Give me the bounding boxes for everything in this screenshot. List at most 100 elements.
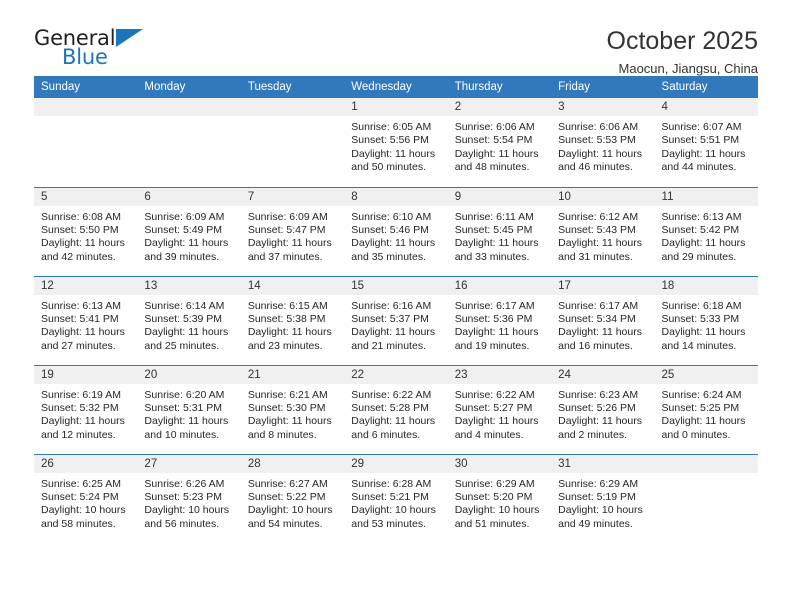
day-details: Sunrise: 6:24 AM Sunset: 5:25 PM Daylight:… [655,384,758,443]
sunset-text: Sunset: 5:22 PM [247,490,326,503]
calendar-day-cell[interactable]: 18 Sunrise: 6:18 AM Sunset: 5:33 PM Dayligh… [654,275,758,365]
daylight-text: Daylight: 11 hours and 27 minutes. [41,326,125,352]
sunset-text: Sunset: 5:23 PM [144,490,223,503]
sunrise-text: Sunrise: 6:07 AM [661,121,742,133]
daylight-text: Daylight: 11 hours and 35 minutes. [351,237,436,263]
weekday-header-friday: Friday [551,76,655,98]
calendar-day-cell[interactable]: 14 Sunrise: 6:15 AM Sunset: 5:38 PM Dayligh… [240,275,345,365]
calendar-day-cell[interactable]: 24 Sunrise: 6:23 AM Sunset: 5:26 PM Dayligh… [551,364,655,454]
calendar-day-cell[interactable]: 31 Sunrise: 6:29 AM Sunset: 5:19 PM Dayligh… [551,453,655,543]
calendar-day-cell[interactable]: 7 Sunrise: 6:09 AM Sunset: 5:47 PM Daylight… [240,186,345,276]
day-details: Sunrise: 6:10 AM Sunset: 5:46 PM Daylight:… [344,206,447,265]
sunrise-text: Sunrise: 6:26 AM [144,477,225,490]
day-number [654,454,758,473]
day-details: Sunrise: 6:29 AM Sunset: 5:20 PM Daylight:… [448,473,551,532]
sunset-text: Sunset: 5:41 PM [41,312,119,325]
calendar-week-row: 26 Sunrise: 6:25 AM Sunset: 5:24 PM Dayligh… [34,453,758,543]
sunset-text: Sunset: 5:43 PM [558,223,636,236]
calendar-day-cell[interactable]: 15 Sunrise: 6:16 AM Sunset: 5:37 PM Dayligh… [344,275,448,365]
calendar-day-cell[interactable]: 25 Sunrise: 6:24 AM Sunset: 5:25 PM Dayligh… [654,364,758,454]
calendar-day-cell[interactable]: 17 Sunrise: 6:17 AM Sunset: 5:34 PM Dayligh… [551,275,655,365]
sunrise-text: Sunrise: 6:29 AM [454,477,535,490]
sunrise-text: Sunrise: 6:09 AM [144,210,225,223]
calendar-day-cell[interactable]: 26 Sunrise: 6:25 AM Sunset: 5:24 PM Dayligh… [34,453,138,543]
sunrise-text: Sunrise: 6:10 AM [351,210,432,223]
weekday-header-tuesday: Tuesday [240,76,345,98]
calendar-table: Sunday Monday Tuesday Wednesday Thursday… [34,76,758,543]
daylight-text: Daylight: 11 hours and 14 minutes. [661,326,746,352]
day-details: Sunrise: 6:12 AM Sunset: 5:43 PM Daylight:… [551,206,654,265]
daylight-text: Daylight: 11 hours and 6 minutes. [351,415,436,441]
day-number: 17 [551,276,655,295]
sunset-text: Sunset: 5:24 PM [41,490,119,503]
weekday-header-thursday: Thursday [447,76,552,98]
calendar-day-cell[interactable]: 20 Sunrise: 6:20 AM Sunset: 5:31 PM Dayligh… [137,364,241,454]
sunrise-text: Sunrise: 6:20 AM [144,388,225,401]
daylight-text: Daylight: 10 hours and 58 minutes. [41,504,126,530]
sunrise-text: Sunrise: 6:09 AM [247,210,328,223]
day-number: 9 [447,187,552,206]
sunset-text: Sunset: 5:19 PM [558,490,636,503]
sunrise-text: Sunrise: 6:13 AM [661,210,742,223]
calendar-day-cell[interactable]: 3 Sunrise: 6:06 AM Sunset: 5:53 PM Daylight… [551,98,655,187]
daylight-text: Daylight: 11 hours and 46 minutes. [558,147,642,174]
weekday-header-sunday: Sunday [34,76,138,98]
calendar-week-row: 1 Sunrise: 6:05 AM Sunset: 5:56 PM Daylight… [34,98,758,187]
day-details: Sunrise: 6:07 AM Sunset: 5:51 PM Daylight:… [655,116,758,175]
calendar-day-cell[interactable]: 28 Sunrise: 6:27 AM Sunset: 5:22 PM Dayligh… [240,453,345,543]
sunrise-text: Sunrise: 6:08 AM [41,210,121,223]
calendar-day-cell[interactable]: 27 Sunrise: 6:26 AM Sunset: 5:23 PM Dayligh… [137,453,241,543]
daylight-text: Daylight: 11 hours and 29 minutes. [661,237,746,263]
calendar-day-cell[interactable]: 16 Sunrise: 6:17 AM Sunset: 5:36 PM Dayligh… [447,275,552,365]
calendar-day-cell[interactable]: 21 Sunrise: 6:21 AM Sunset: 5:30 PM Dayligh… [240,364,345,454]
sunset-text: Sunset: 5:39 PM [144,312,223,325]
calendar-day-cell[interactable]: 29 Sunrise: 6:28 AM Sunset: 5:21 PM Dayligh… [344,453,448,543]
calendar-day-cell[interactable]: 23 Sunrise: 6:22 AM Sunset: 5:27 PM Dayligh… [447,364,552,454]
page-subtitle: Maocun, Jiangsu, China [618,61,758,76]
weekday-header-saturday: Saturday [654,76,758,98]
day-number [34,98,138,116]
calendar-day-cell[interactable]: 2 Sunrise: 6:06 AM Sunset: 5:54 PM Daylight… [447,98,552,187]
page-header: General Blue October 2025 Maocun, Jiangs… [34,0,758,76]
sunrise-text: Sunrise: 6:24 AM [661,388,742,401]
calendar-day-cell[interactable]: 4 Sunrise: 6:07 AM Sunset: 5:51 PM Daylight… [654,98,758,187]
sunrise-text: Sunrise: 6:05 AM [351,121,432,133]
day-details: Sunrise: 6:06 AM Sunset: 5:53 PM Daylight:… [551,116,654,175]
calendar-day-cell[interactable]: 22 Sunrise: 6:22 AM Sunset: 5:28 PM Dayligh… [344,364,448,454]
calendar-day-cell[interactable]: 9 Sunrise: 6:11 AM Sunset: 5:45 PM Daylight… [447,186,552,276]
calendar-day-cell[interactable]: 8 Sunrise: 6:10 AM Sunset: 5:46 PM Daylight… [344,186,448,276]
calendar-day-cell[interactable]: 19 Sunrise: 6:19 AM Sunset: 5:32 PM Dayligh… [34,364,138,454]
day-number: 2 [447,98,552,116]
day-details: Sunrise: 6:14 AM Sunset: 5:39 PM Daylight:… [137,295,240,354]
calendar-day-cell[interactable]: 12 Sunrise: 6:13 AM Sunset: 5:41 PM Dayligh… [34,275,138,365]
daylight-text: Daylight: 10 hours and 53 minutes. [351,504,436,530]
daylight-text: Daylight: 11 hours and 44 minutes. [661,147,746,174]
daylight-text: Daylight: 11 hours and 25 minutes. [144,326,229,352]
day-number: 21 [240,365,345,384]
generalblue-logo[interactable]: General Blue [34,26,154,72]
day-details: Sunrise: 6:15 AM Sunset: 5:38 PM Daylight:… [241,295,344,354]
calendar-day-cell[interactable]: 1 Sunrise: 6:05 AM Sunset: 5:56 PM Daylight… [344,98,448,187]
day-details: Sunrise: 6:25 AM Sunset: 5:24 PM Daylight:… [34,473,137,532]
sunset-text: Sunset: 5:36 PM [454,312,533,325]
day-number: 28 [240,454,345,473]
day-number: 27 [137,454,241,473]
calendar-day-cell[interactable]: 13 Sunrise: 6:14 AM Sunset: 5:39 PM Dayligh… [137,275,241,365]
day-details: Sunrise: 6:18 AM Sunset: 5:33 PM Daylight:… [655,295,758,354]
calendar-day-cell[interactable]: 6 Sunrise: 6:09 AM Sunset: 5:49 PM Daylight… [137,186,241,276]
sunrise-text: Sunrise: 6:21 AM [247,388,328,401]
sunset-text: Sunset: 5:51 PM [661,134,740,147]
day-details: Sunrise: 6:06 AM Sunset: 5:54 PM Daylight:… [448,116,551,175]
day-number: 26 [34,454,138,473]
calendar-day-cell[interactable]: 5 Sunrise: 6:08 AM Sunset: 5:50 PM Daylight… [34,186,138,276]
daylight-text: Daylight: 11 hours and 4 minutes. [454,415,539,441]
sunset-text: Sunset: 5:53 PM [558,134,636,147]
calendar-day-cell[interactable]: 10 Sunrise: 6:12 AM Sunset: 5:43 PM Dayligh… [551,186,655,276]
calendar-day-cell[interactable]: 11 Sunrise: 6:13 AM Sunset: 5:42 PM Dayligh… [654,186,758,276]
calendar-day-cell[interactable]: 30 Sunrise: 6:29 AM Sunset: 5:20 PM Dayligh… [447,453,552,543]
sunrise-text: Sunrise: 6:11 AM [454,210,534,223]
daylight-text: Daylight: 11 hours and 50 minutes. [351,147,436,174]
daylight-text: Daylight: 11 hours and 33 minutes. [454,237,539,263]
day-number [137,98,241,116]
day-number: 14 [240,276,345,295]
